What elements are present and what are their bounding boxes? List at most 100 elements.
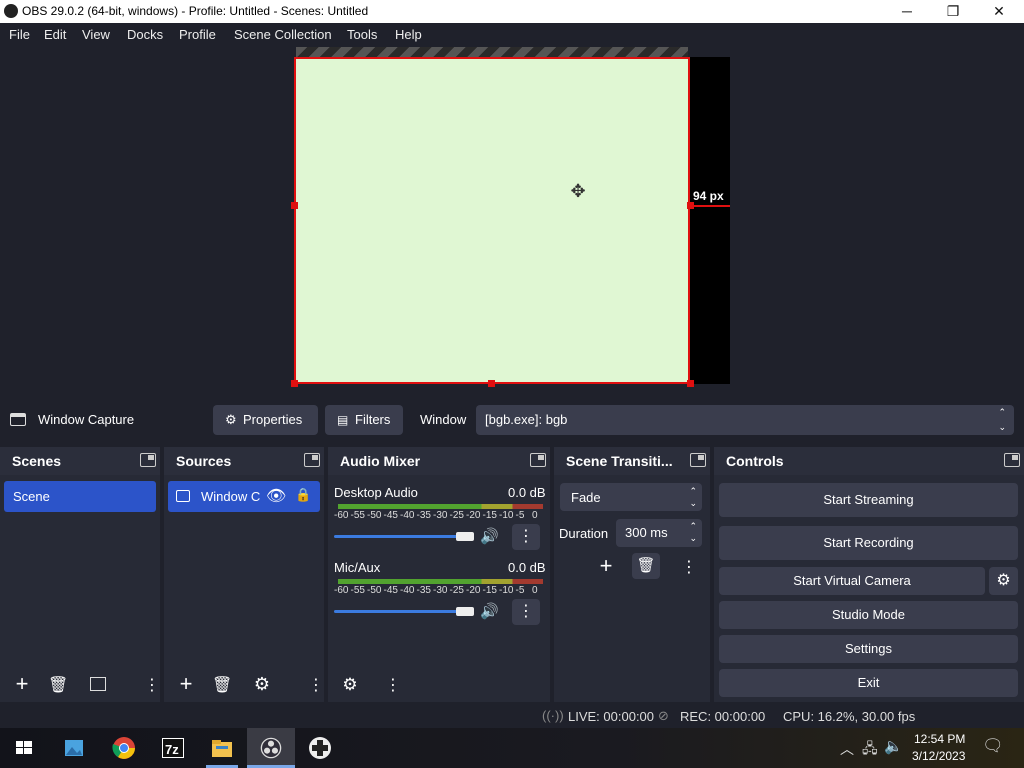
mic-aux-options-button[interactable]: ⋮ bbox=[512, 599, 540, 625]
scenes-dock-header: Scenes bbox=[0, 447, 160, 475]
source-list-item[interactable]: Window C 👁 🔒 bbox=[168, 481, 320, 512]
maximize-button[interactable]: ❐ bbox=[930, 0, 976, 23]
sources-dock-header: Sources bbox=[164, 447, 324, 475]
window-capture-source[interactable] bbox=[294, 57, 690, 384]
add-transition-button[interactable]: + bbox=[596, 554, 616, 578]
photos-icon[interactable] bbox=[58, 732, 90, 764]
audio-mixer-dock-header: Audio Mixer bbox=[328, 447, 550, 475]
scene-list-item[interactable]: Scene bbox=[4, 481, 156, 512]
file-explorer-icon[interactable] bbox=[206, 732, 238, 764]
scene-filters-button[interactable] bbox=[90, 677, 106, 691]
select-arrows-icon: ⌃ ⌄ bbox=[689, 486, 697, 508]
advanced-audio-gear-icon[interactable]: ⚙ bbox=[340, 675, 360, 695]
obs-taskbar-button[interactable] bbox=[247, 728, 295, 768]
menu-view[interactable]: View bbox=[82, 27, 110, 42]
undock-icon[interactable] bbox=[690, 453, 706, 467]
mic-aux-level: 0.0 dB bbox=[508, 560, 546, 575]
properties-label: Properties bbox=[243, 412, 303, 427]
clock-date[interactable]: 3/12/2023 bbox=[912, 749, 965, 763]
recording-off-icon: ⊘ bbox=[658, 708, 669, 723]
start-recording-button[interactable]: Start Recording bbox=[719, 526, 1018, 560]
scene-more-options-icon[interactable]: ⋮ bbox=[144, 675, 160, 695]
duration-spinbox[interactable]: 300 ms ⌃ ⌄ bbox=[616, 519, 702, 547]
canvas-background bbox=[690, 57, 730, 384]
sources-dock: Sources Window C 👁 🔒 + 🗑 ⚙ ⋮ bbox=[164, 447, 324, 702]
cpu-fps-status: CPU: 16.2%, 30.00 fps bbox=[783, 709, 916, 724]
chevron-up-icon[interactable]: ︿ bbox=[840, 739, 854, 759]
scene-transitions-title: Scene Transiti... bbox=[566, 453, 673, 469]
start-streaming-button[interactable]: Start Streaming bbox=[719, 483, 1018, 517]
meter-scale-label: -15 bbox=[482, 585, 497, 596]
scene-transitions-dock-header: Scene Transiti... bbox=[554, 447, 710, 475]
network-icon[interactable]: 🖧 bbox=[862, 738, 878, 762]
window-select-value: [bgb.exe]: bgb bbox=[485, 412, 568, 427]
scene-item-label: Scene bbox=[13, 489, 50, 504]
transition-select[interactable]: Fade ⌃ ⌄ bbox=[560, 483, 702, 511]
mic-aux-volume-slider[interactable] bbox=[334, 610, 468, 613]
distance-label: 94 px bbox=[693, 189, 724, 203]
menu-profile[interactable]: Profile bbox=[179, 27, 216, 42]
remove-scene-button[interactable]: 🗑 bbox=[48, 675, 68, 695]
menu-edit[interactable]: Edit bbox=[44, 27, 66, 42]
start-icon[interactable] bbox=[8, 732, 40, 764]
add-source-button[interactable]: + bbox=[176, 673, 196, 695]
undock-icon[interactable] bbox=[140, 453, 156, 467]
chrome-icon[interactable] bbox=[108, 732, 140, 764]
undock-icon[interactable] bbox=[1004, 453, 1020, 467]
menu-help[interactable]: Help bbox=[395, 27, 422, 42]
undock-icon[interactable] bbox=[304, 453, 320, 467]
menu-docks[interactable]: Docks bbox=[127, 27, 163, 42]
meter-scale-label: -35 bbox=[416, 585, 431, 596]
eye-icon[interactable]: 👁 bbox=[266, 486, 286, 506]
add-scene-button[interactable]: + bbox=[12, 673, 32, 695]
undock-icon[interactable] bbox=[530, 453, 546, 467]
desktop-audio-scale: -60 -55 -50 -45 -40 -35 -30 -25 -20 -15 -10 -5 0 bbox=[334, 510, 544, 522]
remove-transition-button[interactable]: 🗑 bbox=[632, 553, 660, 579]
desktop-audio-options-button[interactable]: ⋮ bbox=[512, 524, 540, 550]
resize-handle-left[interactable] bbox=[291, 202, 298, 209]
menu-scene-collection[interactable]: Scene Collection bbox=[234, 27, 332, 42]
source-toolbar: Window Capture ⚙ Properties ▤ Filters Wi… bbox=[0, 403, 1024, 439]
source-more-options-icon[interactable]: ⋮ bbox=[308, 675, 324, 695]
desktop-audio-meter bbox=[338, 504, 543, 509]
volume-icon[interactable]: 🔈 bbox=[884, 737, 903, 755]
selected-source-name: Window Capture bbox=[38, 412, 135, 427]
clock-time[interactable]: 12:54 PM bbox=[914, 732, 965, 746]
close-button[interactable]: ✕ bbox=[976, 0, 1022, 23]
notifications-icon[interactable]: 🗨 bbox=[982, 736, 1004, 756]
scene-transitions-dock: Scene Transiti... Fade ⌃ ⌄ Duration 300 m… bbox=[554, 447, 710, 702]
7zip-icon[interactable]: 7z bbox=[157, 732, 189, 764]
desktop-audio-volume-slider[interactable] bbox=[334, 535, 468, 538]
resize-handle-bottom-left[interactable] bbox=[291, 380, 298, 387]
virtual-camera-settings-gear-icon[interactable]: ⚙ bbox=[989, 567, 1018, 595]
resize-handle-bottom[interactable] bbox=[488, 380, 495, 387]
speaker-icon[interactable]: 🔊 bbox=[480, 527, 499, 545]
desktop-audio-label: Desktop Audio bbox=[334, 485, 418, 500]
filters-button[interactable]: ▤ Filters bbox=[325, 405, 403, 435]
studio-mode-button[interactable]: Studio Mode bbox=[719, 601, 1018, 629]
menu-file[interactable]: File bbox=[9, 27, 30, 42]
properties-button[interactable]: ⚙ Properties bbox=[213, 405, 318, 435]
menu-tools[interactable]: Tools bbox=[347, 27, 377, 42]
settings-button[interactable]: Settings bbox=[719, 635, 1018, 663]
source-properties-gear-icon[interactable]: ⚙ bbox=[252, 674, 272, 695]
minimize-button[interactable]: ─ bbox=[884, 0, 930, 23]
exit-button[interactable]: Exit bbox=[719, 669, 1018, 697]
desktop-audio-volume-thumb[interactable] bbox=[456, 532, 474, 541]
speaker-icon[interactable]: 🔊 bbox=[480, 602, 499, 620]
start-virtual-camera-button[interactable]: Start Virtual Camera bbox=[719, 567, 985, 595]
window-select[interactable]: [bgb.exe]: bgb ⌃ ⌄ bbox=[476, 405, 1014, 435]
gamepad-icon[interactable] bbox=[304, 732, 336, 764]
meter-scale-label: -35 bbox=[416, 510, 431, 521]
transition-more-options-icon[interactable]: ⋮ bbox=[681, 557, 697, 577]
remove-source-button[interactable]: 🗑 bbox=[212, 675, 232, 695]
preview-area[interactable]: 94 px ✥ bbox=[0, 47, 1024, 400]
window-title: OBS 29.0.2 (64-bit, windows) - Profile: … bbox=[22, 4, 369, 18]
menu-bar: File Edit View Docks Profile Scene Colle… bbox=[0, 23, 1024, 47]
transition-select-value: Fade bbox=[571, 490, 601, 505]
mixer-more-options-icon[interactable]: ⋮ bbox=[385, 675, 401, 695]
mic-aux-volume-thumb[interactable] bbox=[456, 607, 474, 616]
meter-scale-label: -55 bbox=[350, 585, 365, 596]
lock-icon[interactable]: 🔒 bbox=[295, 487, 311, 503]
resize-handle-bottom-right[interactable] bbox=[687, 380, 694, 387]
